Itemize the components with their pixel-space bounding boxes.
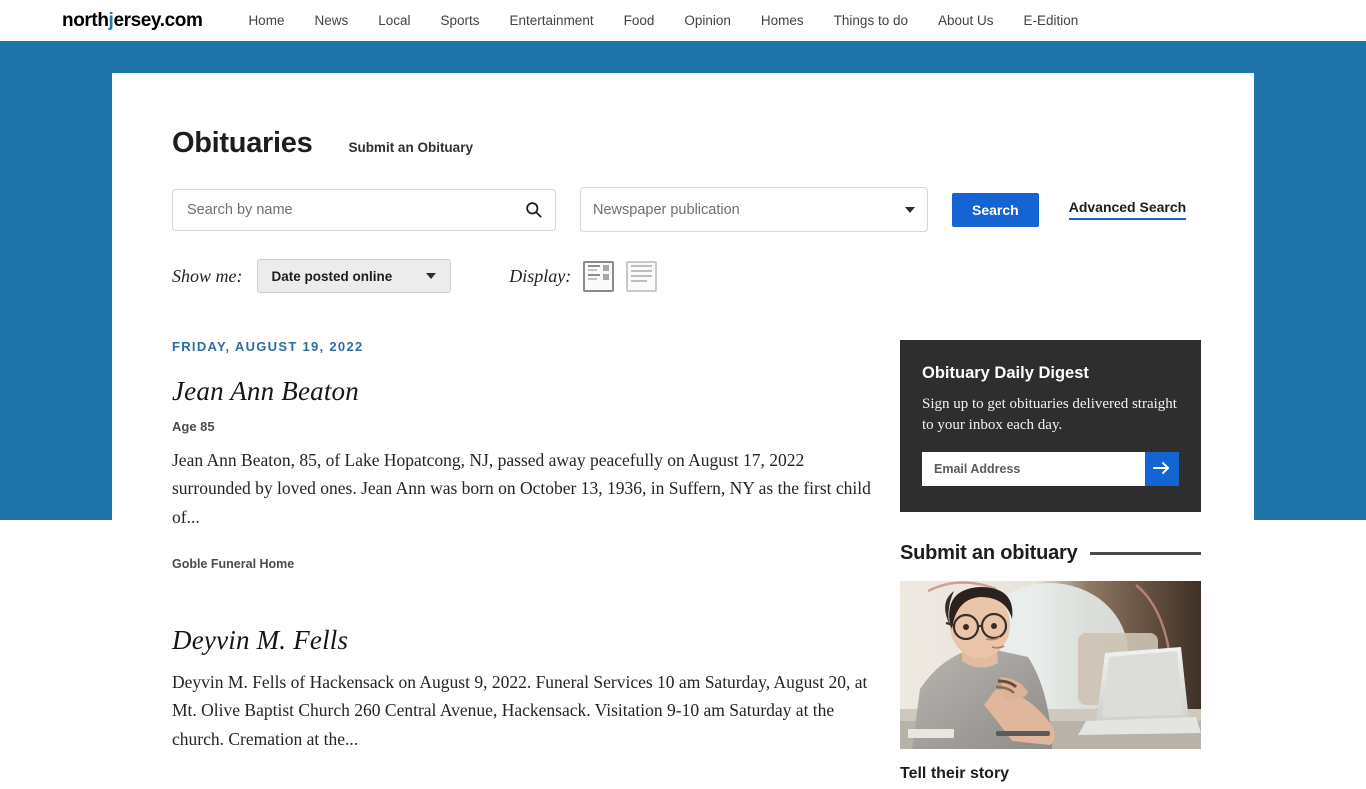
- list-with-thumbnails-icon: [588, 264, 610, 288]
- obituary-excerpt: Jean Ann Beaton, 85, of Lake Hopatcong, …: [172, 450, 871, 527]
- main-layout: FRIDAY, AUGUST 19, 2022 Jean Ann Beaton …: [172, 339, 1201, 789]
- advanced-search-link[interactable]: Advanced Search: [1068, 199, 1187, 220]
- page-title: Obituaries: [172, 127, 313, 159]
- nav-item-home[interactable]: Home: [248, 13, 284, 28]
- publication-select[interactable]: Newspaper publication: [580, 187, 928, 232]
- chevron-down-icon: [426, 273, 437, 279]
- arrow-right-icon: [1153, 461, 1171, 478]
- digest-title: Obituary Daily Digest: [922, 364, 1089, 382]
- show-me-label: Show me:: [172, 265, 243, 286]
- nav-item-news[interactable]: News: [314, 13, 348, 28]
- sidebar: Obituary Daily Digest Sign up to get obi…: [900, 340, 1201, 789]
- obituary-entry[interactable]: Jean Ann Beaton Age 85 Jean Ann Beaton, …: [172, 376, 872, 571]
- submit-obituary-heading: Submit an obituary: [900, 542, 1078, 565]
- digest-email-form: [922, 452, 1179, 487]
- content-card: Obituaries Submit an Obituary Newspaper …: [112, 73, 1254, 789]
- obituary-name[interactable]: Jean Ann Beaton: [172, 376, 872, 407]
- submit-obituary-photo[interactable]: [900, 581, 1201, 750]
- site-header: northjersey.com Home News Local Sports E…: [0, 0, 1366, 41]
- obituary-list: FRIDAY, AUGUST 19, 2022 Jean Ann Beaton …: [172, 339, 872, 789]
- site-logo[interactable]: northjersey.com: [62, 9, 203, 32]
- search-row: Newspaper publication Search Advanced Se…: [172, 187, 1194, 232]
- sort-by-value: Date posted online: [271, 268, 393, 284]
- page-title-row: Obituaries Submit an Obituary: [172, 127, 1194, 160]
- nav-item-homes[interactable]: Homes: [761, 13, 804, 28]
- search-by-name-field[interactable]: [172, 188, 556, 231]
- nav-item-sports[interactable]: Sports: [441, 13, 480, 28]
- obituary-excerpt: Deyvin M. Fells of Hackensack on August …: [172, 672, 868, 749]
- filter-row: Show me: Date posted online Display:: [172, 259, 1194, 293]
- logo-text-part1: north: [62, 9, 109, 31]
- nav-item-obituaries[interactable]: About Us: [938, 13, 994, 28]
- nav-item-things-to-do[interactable]: Things to do: [834, 13, 908, 28]
- digest-submit-button[interactable]: [1145, 452, 1179, 487]
- nav-item-about-us[interactable]: E-Edition: [1024, 13, 1079, 28]
- digest-description: Sign up to get obituaries delivered stra…: [922, 396, 1177, 433]
- date-header: FRIDAY, AUGUST 19, 2022: [172, 339, 364, 354]
- display-grid-button[interactable]: [583, 260, 615, 292]
- logo-text-part2: ersey.com: [113, 9, 203, 31]
- submit-obituary-link[interactable]: Submit an Obituary: [348, 140, 473, 155]
- daily-digest-signup: Obituary Daily Digest Sign up to get obi…: [900, 340, 1201, 513]
- obituary-name[interactable]: Deyvin M. Fells: [172, 625, 872, 656]
- obituary-age: Age 85: [172, 419, 215, 434]
- chevron-down-icon: [905, 206, 915, 213]
- search-input[interactable]: [185, 200, 518, 219]
- primary-nav: Home News Local Sports Entertainment Foo…: [248, 13, 1078, 28]
- nav-item-local[interactable]: Local: [378, 13, 410, 28]
- display-label: Display:: [509, 265, 572, 286]
- search-button[interactable]: Search: [952, 192, 1039, 227]
- publication-select-label: Newspaper publication: [593, 201, 740, 218]
- obituary-funeral-home[interactable]: Goble Funeral Home: [172, 557, 872, 571]
- display-list-button[interactable]: [626, 260, 658, 292]
- nav-item-opinion[interactable]: Opinion: [684, 13, 731, 28]
- sort-by-select[interactable]: Date posted online: [256, 259, 452, 293]
- obituary-entry[interactable]: Deyvin M. Fells Deyvin M. Fells of Hacke…: [172, 625, 872, 753]
- submit-obituary-heading-row: Submit an obituary: [900, 542, 1201, 565]
- nav-item-entertainment[interactable]: Entertainment: [510, 13, 594, 28]
- email-field[interactable]: [922, 452, 1145, 487]
- nav-item-food[interactable]: Food: [624, 13, 655, 28]
- search-icon[interactable]: [524, 200, 543, 219]
- photo-caption: Tell their story: [900, 765, 1010, 783]
- list-lines-icon: [631, 264, 653, 288]
- display-toggle-group: Display:: [509, 260, 658, 292]
- heading-rule: [1089, 552, 1201, 556]
